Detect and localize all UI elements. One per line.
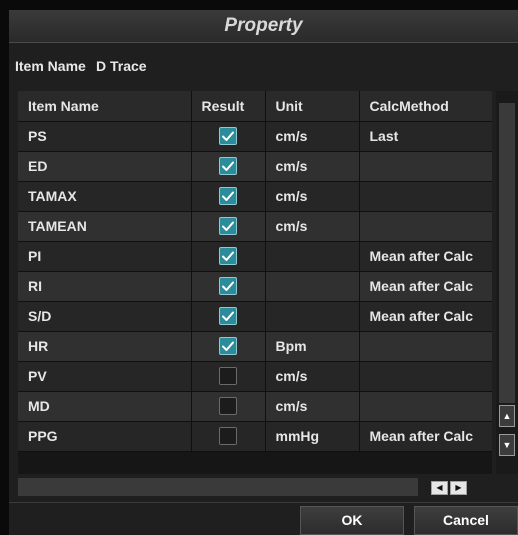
table-row[interactable]: PV cm/s bbox=[18, 361, 492, 392]
check-icon bbox=[222, 131, 234, 142]
footer-divider bbox=[9, 502, 518, 503]
result-checkbox[interactable] bbox=[219, 397, 237, 416]
unit-cell[interactable]: cm/s bbox=[265, 181, 360, 212]
result-checkbox[interactable] bbox=[219, 157, 237, 176]
column-header-calc-method[interactable]: CalcMethod bbox=[359, 91, 492, 122]
unit-cell[interactable]: cm/s bbox=[265, 391, 360, 422]
unit-cell[interactable]: cm/s bbox=[265, 211, 360, 242]
result-cell bbox=[191, 391, 266, 422]
result-cell bbox=[191, 301, 266, 332]
unit-cell[interactable]: mmHg bbox=[265, 421, 360, 452]
calc-method-cell[interactable]: Mean after Calc bbox=[359, 241, 492, 272]
calc-method-cell[interactable] bbox=[359, 211, 492, 242]
item-name-cell: HR bbox=[18, 331, 192, 362]
down-arrow-icon: ▼ bbox=[502, 440, 512, 450]
result-checkbox[interactable] bbox=[219, 277, 237, 296]
check-icon bbox=[222, 281, 234, 292]
calc-method-cell[interactable] bbox=[359, 151, 492, 182]
result-cell bbox=[191, 361, 266, 392]
unit-cell[interactable] bbox=[265, 271, 360, 302]
calc-method-cell[interactable] bbox=[359, 361, 492, 392]
result-cell bbox=[191, 211, 266, 242]
calc-method-cell[interactable] bbox=[359, 331, 492, 362]
table-row[interactable]: PS cm/s Last bbox=[18, 121, 492, 152]
check-icon bbox=[222, 191, 234, 202]
item-name-cell: PI bbox=[18, 241, 192, 272]
column-header-unit[interactable]: Unit bbox=[265, 91, 360, 122]
result-checkbox[interactable] bbox=[219, 187, 237, 206]
unit-cell[interactable]: Bpm bbox=[265, 331, 360, 362]
result-cell bbox=[191, 421, 266, 452]
item-name-cell: TAMEAN bbox=[18, 211, 192, 242]
calc-method-cell[interactable]: Last bbox=[359, 121, 492, 152]
property-dialog: Property Item Name D Trace Item Name Res… bbox=[9, 10, 518, 535]
column-header-result[interactable]: Result bbox=[191, 91, 266, 122]
unit-cell[interactable] bbox=[265, 241, 360, 272]
property-table: Item Name Result Unit CalcMethod PS cm/s L… bbox=[18, 91, 492, 452]
result-cell bbox=[191, 331, 266, 362]
check-icon bbox=[222, 161, 234, 172]
item-name-cell: PS bbox=[18, 121, 192, 152]
calc-method-cell[interactable]: Mean after Calc bbox=[359, 301, 492, 332]
check-icon bbox=[222, 221, 234, 232]
item-name-cell: S/D bbox=[18, 301, 192, 332]
ok-button[interactable]: OK bbox=[300, 506, 404, 535]
item-name-cell: MD bbox=[18, 391, 192, 422]
result-checkbox[interactable] bbox=[219, 307, 237, 326]
left-arrow-icon: ◀ bbox=[436, 483, 443, 492]
scroll-right-button[interactable]: ▶ bbox=[450, 481, 467, 495]
result-checkbox[interactable] bbox=[219, 367, 237, 386]
result-checkbox[interactable] bbox=[219, 127, 237, 146]
table-row[interactable]: S/D Mean after Calc bbox=[18, 301, 492, 332]
result-cell bbox=[191, 121, 266, 152]
scroll-left-button[interactable]: ◀ bbox=[431, 481, 448, 495]
horizontal-scrollbar[interactable] bbox=[18, 478, 418, 496]
calc-method-cell[interactable]: Mean after Calc bbox=[359, 421, 492, 452]
vertical-scroll-thumb[interactable] bbox=[499, 103, 515, 403]
result-cell bbox=[191, 181, 266, 212]
result-checkbox[interactable] bbox=[219, 427, 237, 446]
item-name-label: Item Name bbox=[15, 58, 86, 74]
result-checkbox[interactable] bbox=[219, 217, 237, 236]
column-header-item-name[interactable]: Item Name bbox=[18, 91, 192, 122]
table-row[interactable]: RI Mean after Calc bbox=[18, 271, 492, 302]
result-cell bbox=[191, 241, 266, 272]
calc-method-cell[interactable] bbox=[359, 181, 492, 212]
item-name-cell: PV bbox=[18, 361, 192, 392]
check-icon bbox=[222, 341, 234, 352]
calc-method-cell[interactable]: Mean after Calc bbox=[359, 271, 492, 302]
table-row[interactable]: MD cm/s bbox=[18, 391, 492, 422]
item-name-cell: RI bbox=[18, 271, 192, 302]
table-row[interactable]: TAMAX cm/s bbox=[18, 181, 492, 212]
scroll-down-button[interactable]: ▼ bbox=[499, 434, 515, 456]
result-cell bbox=[191, 271, 266, 302]
cancel-button[interactable]: Cancel bbox=[414, 506, 518, 535]
unit-cell[interactable]: cm/s bbox=[265, 151, 360, 182]
property-table-container: Item Name Result Unit CalcMethod PS cm/s L… bbox=[18, 91, 492, 474]
table-row[interactable]: ED cm/s bbox=[18, 151, 492, 182]
table-row[interactable]: HR Bpm bbox=[18, 331, 492, 362]
check-icon bbox=[222, 311, 234, 322]
item-name-cell: TAMAX bbox=[18, 181, 192, 212]
item-name-cell: ED bbox=[18, 151, 192, 182]
check-icon bbox=[222, 251, 234, 262]
unit-cell[interactable]: cm/s bbox=[265, 121, 360, 152]
right-arrow-icon: ▶ bbox=[455, 483, 462, 492]
table-header-row: Item Name Result Unit CalcMethod bbox=[18, 91, 492, 122]
item-name-cell: PPG bbox=[18, 421, 192, 452]
unit-cell[interactable]: cm/s bbox=[265, 361, 360, 392]
table-row[interactable]: PI Mean after Calc bbox=[18, 241, 492, 272]
dialog-title: Property bbox=[9, 10, 518, 43]
result-checkbox[interactable] bbox=[219, 337, 237, 356]
item-name-value: D Trace bbox=[96, 58, 147, 74]
calc-method-cell[interactable] bbox=[359, 391, 492, 422]
result-checkbox[interactable] bbox=[219, 247, 237, 266]
result-cell bbox=[191, 151, 266, 182]
unit-cell[interactable] bbox=[265, 301, 360, 332]
scroll-up-button[interactable]: ▲ bbox=[499, 405, 515, 427]
table-row[interactable]: TAMEAN cm/s bbox=[18, 211, 492, 242]
table-row[interactable]: PPG mmHg Mean after Calc bbox=[18, 421, 492, 452]
up-arrow-icon: ▲ bbox=[502, 411, 512, 421]
